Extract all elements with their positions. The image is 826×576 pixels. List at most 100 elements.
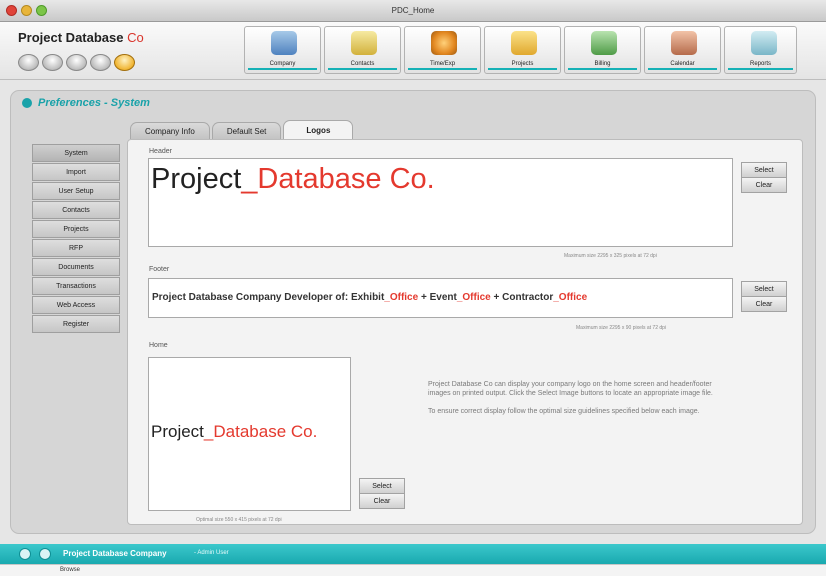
home-logo-image: Project_Database Co. bbox=[151, 422, 317, 442]
footer-clear-button[interactable]: Clear bbox=[741, 296, 787, 312]
home-icon[interactable] bbox=[19, 548, 31, 560]
toolbar-company-label: Company bbox=[269, 61, 296, 67]
toolbar-contacts-button[interactable]: Contacts bbox=[324, 26, 401, 74]
header-size-hint: Maximum size 2295 x 325 pixels at 72 dpi bbox=[564, 253, 657, 259]
footer-accent-2: _Office bbox=[456, 292, 491, 303]
preferences-tabs: Company Info Default Set Logos bbox=[130, 120, 354, 139]
footer-text-2: + Event bbox=[418, 292, 457, 303]
status-company: Project Database Company bbox=[63, 549, 167, 558]
app-name: Project Database Co bbox=[18, 30, 144, 45]
toolbar-calendar-label: Calendar bbox=[670, 61, 695, 67]
toolbar-billing-label: Billing bbox=[594, 61, 611, 67]
sidebar-item-rfp[interactable]: RFP bbox=[32, 239, 120, 257]
toolbar-underline bbox=[648, 68, 717, 70]
footer-logo-image: Project Database Company Developer of: E… bbox=[152, 292, 587, 303]
window-titlebar: PDC_Home bbox=[0, 0, 826, 22]
home-select-button[interactable]: Select bbox=[359, 478, 405, 494]
sidebar-item-system[interactable]: System bbox=[32, 144, 120, 162]
app-name-main: Project Database bbox=[18, 30, 124, 45]
toolbar-billing-button[interactable]: Billing bbox=[564, 26, 641, 74]
sidebar-item-user-setup[interactable]: User Setup bbox=[32, 182, 120, 200]
sidebar-item-import[interactable]: Import bbox=[32, 163, 120, 181]
toolbar-reports-label: Reports bbox=[749, 61, 771, 67]
minimize-window-button[interactable] bbox=[21, 5, 32, 16]
app-name-suffix: Co bbox=[127, 30, 144, 45]
toolbar-calendar-button[interactable]: Calendar bbox=[644, 26, 721, 74]
sidebar-item-transactions[interactable]: Transactions bbox=[32, 277, 120, 295]
gear-icon bbox=[22, 98, 32, 109]
toolbar-timeexp-label: Time/Exp bbox=[429, 61, 456, 67]
home-clear-button[interactable]: Clear bbox=[359, 493, 405, 509]
header-logo-image: Project_Database Co. bbox=[151, 163, 435, 196]
toolbar-underline bbox=[728, 68, 793, 70]
footer-text-1: Project Database Company Developer of: E… bbox=[152, 292, 385, 303]
header-logo-well[interactable]: Project_Database Co. bbox=[148, 158, 733, 247]
toolbar-underline bbox=[408, 68, 477, 70]
footer-text-3: + Contractor bbox=[490, 292, 554, 303]
reports-icon bbox=[751, 31, 777, 55]
footer-section-label: Footer bbox=[149, 266, 170, 273]
footer-size-hint: Maximum size 2295 x 90 pixels at 72 dpi bbox=[576, 325, 667, 331]
sidebar-item-projects[interactable]: Projects bbox=[32, 220, 120, 238]
billing-icon bbox=[591, 31, 617, 55]
toolbar-contacts-label: Contacts bbox=[350, 61, 375, 67]
footer-accent-1: _Office bbox=[384, 292, 419, 303]
zoom-window-button[interactable] bbox=[36, 5, 47, 16]
browse-mode-label: Browse bbox=[60, 567, 81, 573]
projects-icon bbox=[511, 31, 537, 55]
toolbar-projects-label: Projects bbox=[511, 61, 534, 67]
logo-instructions: Project Database Co can display your com… bbox=[428, 380, 718, 425]
header-clear-button[interactable]: Clear bbox=[741, 177, 787, 193]
home-size-hint: Optimal size 550 x 415 pixels at 72 dpi bbox=[196, 517, 282, 523]
building-icon bbox=[271, 31, 297, 55]
help-icon[interactable] bbox=[39, 548, 51, 560]
footer-accent-3: _Office bbox=[553, 292, 588, 303]
home-section-label: Home bbox=[149, 342, 168, 349]
header-select-button[interactable]: Select bbox=[741, 162, 787, 178]
nav-circle-1[interactable] bbox=[18, 54, 39, 71]
toolbar-reports-button[interactable]: Reports bbox=[724, 26, 797, 74]
toolbar-underline bbox=[488, 68, 557, 70]
sidebar-item-web-access[interactable]: Web Access bbox=[32, 296, 120, 314]
toolbar-underline bbox=[248, 68, 317, 70]
nav-circle-4[interactable] bbox=[90, 54, 111, 71]
tab-logos[interactable]: Logos bbox=[283, 120, 354, 139]
window-title: PDC_Home bbox=[391, 6, 435, 15]
header-section-label: Header bbox=[149, 148, 172, 155]
module-toolbar: Company Contacts Time/Exp Projects Billi… bbox=[244, 26, 797, 74]
toolbar-timeexp-button[interactable]: Time/Exp bbox=[404, 26, 481, 74]
instructions-paragraph-2: To ensure correct display follow the opt… bbox=[428, 408, 700, 415]
page-title: Preferences - System bbox=[22, 97, 150, 109]
calendar-icon bbox=[671, 31, 697, 55]
close-window-button[interactable] bbox=[6, 5, 17, 16]
sidebar-item-contacts[interactable]: Contacts bbox=[32, 201, 120, 219]
preferences-sidebar: System Import User Setup Contacts Projec… bbox=[32, 144, 120, 333]
tab-default-set[interactable]: Default Set bbox=[211, 122, 282, 139]
toolbar-underline bbox=[568, 68, 637, 70]
footer-logo-well[interactable]: Project Database Company Developer of: E… bbox=[148, 278, 733, 318]
contacts-icon bbox=[351, 31, 377, 55]
header-logo-accent: _Database Co. bbox=[241, 163, 435, 195]
filemaker-status-strip: Browse bbox=[0, 564, 826, 576]
nav-circle-3[interactable] bbox=[66, 54, 87, 71]
page-title-text: Preferences - System bbox=[38, 97, 150, 109]
sidebar-item-register[interactable]: Register bbox=[32, 315, 120, 333]
home-logo-accent: _Database Co. bbox=[203, 422, 318, 441]
status-bar: Project Database Company - Admin User bbox=[0, 544, 826, 564]
nav-circles bbox=[18, 54, 135, 71]
home-logo-well[interactable]: Project_Database Co. bbox=[148, 357, 351, 511]
home-logo-main: Project bbox=[151, 422, 204, 441]
toolbar-projects-button[interactable]: Projects bbox=[484, 26, 561, 74]
header-logo-main: Project bbox=[151, 163, 242, 195]
instructions-paragraph-1: Project Database Co can display your com… bbox=[428, 381, 713, 397]
nav-circle-5[interactable] bbox=[114, 54, 135, 71]
app-header: Project Database Co Company Contacts Tim… bbox=[0, 22, 826, 80]
status-user: - Admin User bbox=[194, 550, 229, 556]
footer-select-button[interactable]: Select bbox=[741, 281, 787, 297]
clock-icon bbox=[431, 31, 457, 55]
toolbar-underline bbox=[328, 68, 397, 70]
tab-company-info[interactable]: Company Info bbox=[130, 122, 210, 139]
nav-circle-2[interactable] bbox=[42, 54, 63, 71]
toolbar-company-button[interactable]: Company bbox=[244, 26, 321, 74]
sidebar-item-documents[interactable]: Documents bbox=[32, 258, 120, 276]
